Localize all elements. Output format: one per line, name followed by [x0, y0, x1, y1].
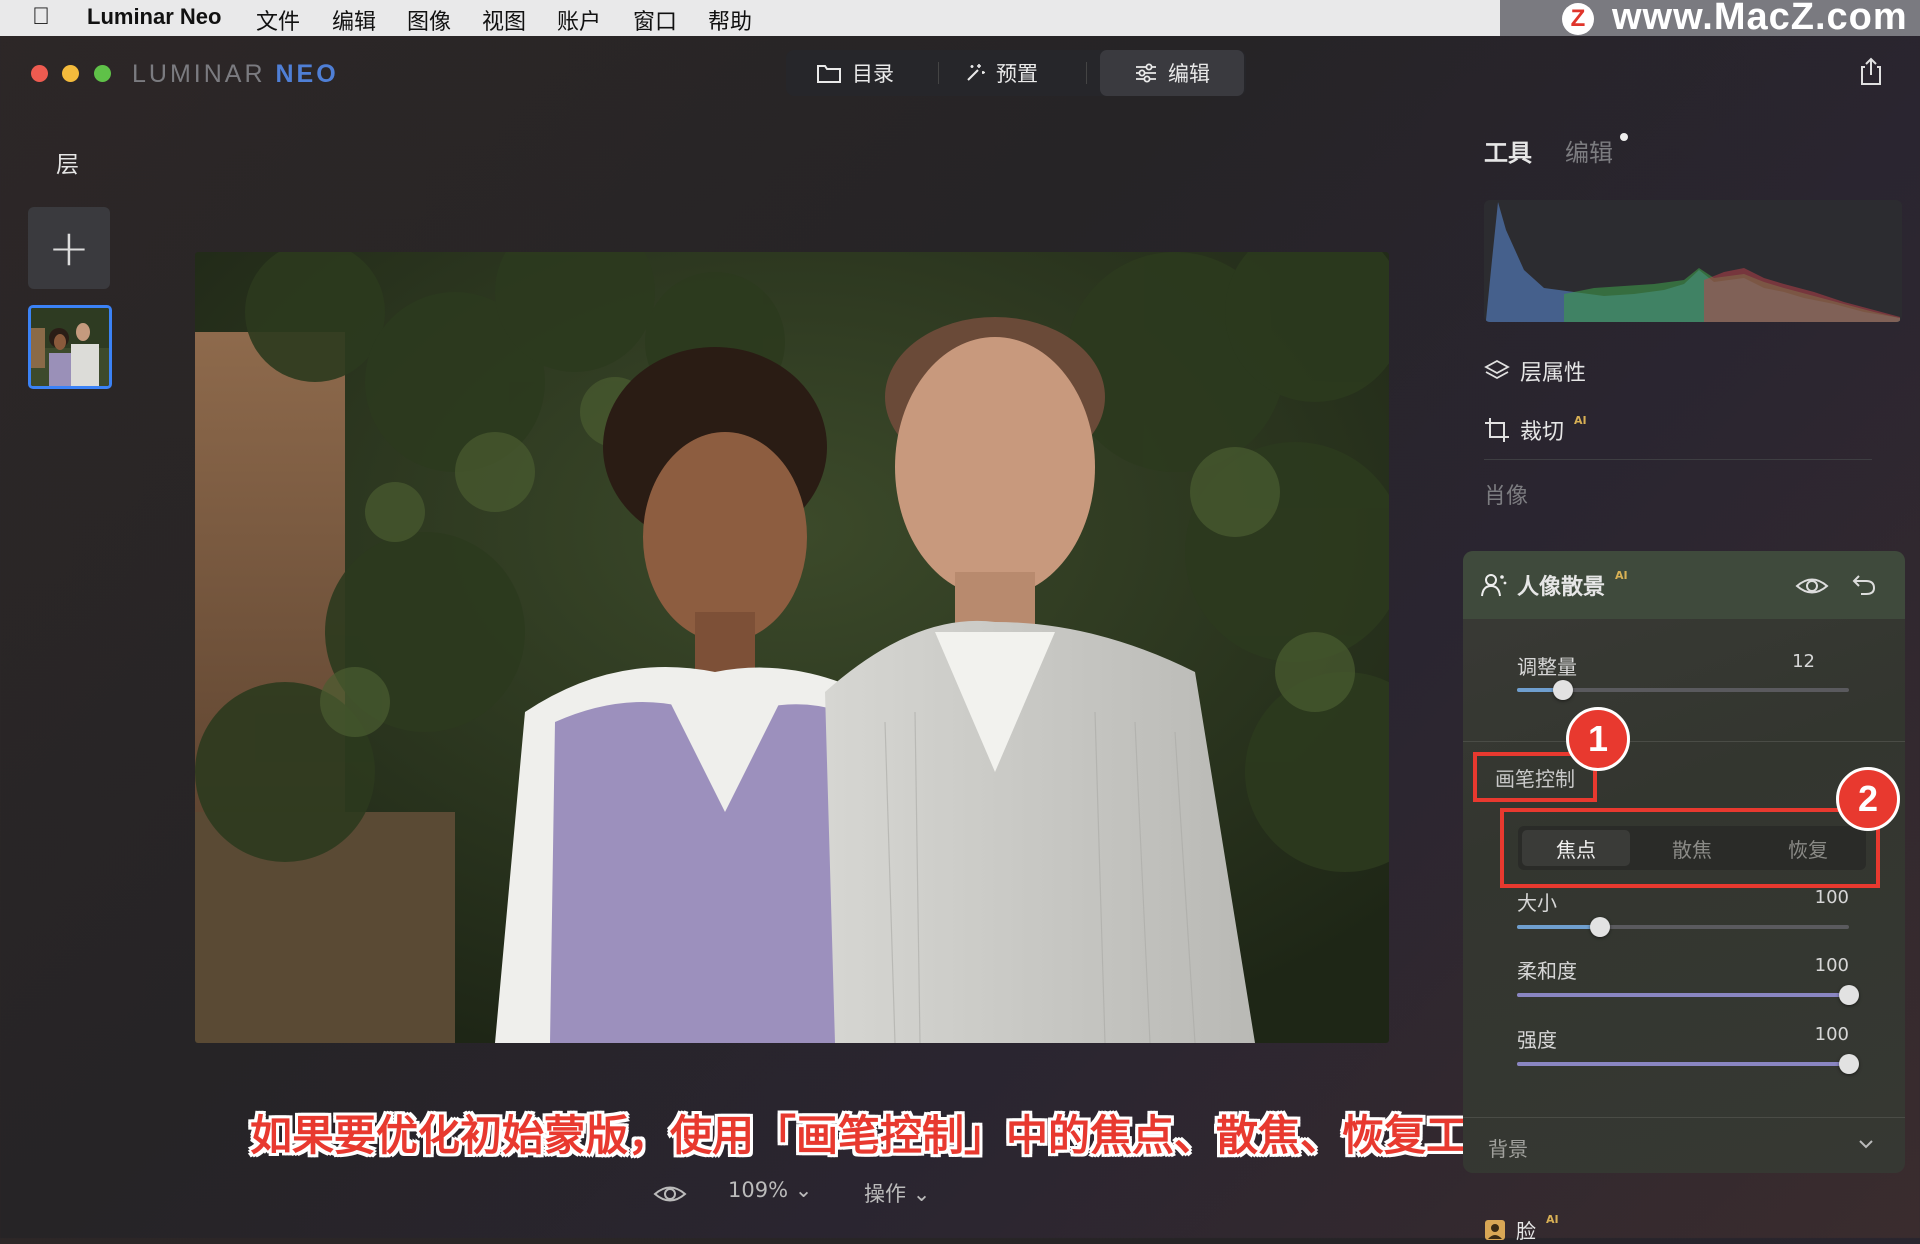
menu-window[interactable]: 窗口 [633, 4, 677, 36]
menu-view[interactable]: 视图 [482, 4, 526, 36]
size-value: 100 [1814, 887, 1849, 908]
plus-icon: + [48, 219, 90, 277]
zoom-dropdown[interactable]: 109% ⌄ [728, 1178, 812, 1202]
eye-icon[interactable] [653, 1183, 687, 1205]
add-layer-button[interactable]: + [28, 207, 110, 289]
softness-value: 100 [1814, 955, 1849, 976]
reset-icon[interactable] [1851, 573, 1877, 597]
crop-icon [1485, 418, 1509, 442]
layer-properties-label: 层属性 [1520, 361, 1587, 386]
crop-tool[interactable]: 裁切 AI [1484, 414, 1587, 446]
amount-value: 12 [1792, 651, 1815, 672]
histogram-graph [1486, 202, 1900, 322]
slider-knob[interactable] [1839, 1054, 1859, 1074]
portrait-photo-image [195, 252, 1389, 1043]
softness-label: 柔和度 [1517, 959, 1577, 983]
layer-properties-tool[interactable]: 层属性 [1484, 355, 1586, 387]
divider [1463, 741, 1905, 742]
nav-separator [1086, 62, 1087, 84]
main-photo[interactable] [195, 252, 1389, 1043]
nav-catalog-label: 目录 [852, 62, 894, 86]
background-section-label[interactable]: 背景 [1488, 1133, 1528, 1162]
watermark: Z www.MacZ.com [1500, 0, 1920, 38]
nav-presets[interactable]: 预置 [964, 50, 1064, 96]
menu-account[interactable]: 账户 [557, 4, 601, 36]
zoom-level: 109% [728, 1178, 789, 1202]
ai-badge: AI [1615, 568, 1628, 582]
layer-thumbnail-image [31, 308, 109, 386]
divider [1484, 459, 1872, 460]
ai-badge: AI [1574, 413, 1587, 427]
actions-label: 操作 [864, 1182, 906, 1206]
eye-icon[interactable] [1795, 575, 1829, 597]
app-logo: LUMINAR NEO [132, 60, 339, 89]
histogram [1484, 200, 1902, 322]
amount-slider[interactable] [1517, 680, 1849, 700]
share-icon[interactable] [1858, 56, 1884, 86]
face-label: 脸 [1516, 1219, 1536, 1243]
actions-dropdown[interactable]: 操作 ⌄ [864, 1178, 930, 1208]
crop-label: 裁切 [1520, 420, 1565, 445]
tab-tools[interactable]: 工具 [1484, 133, 1532, 168]
menu-help[interactable]: 帮助 [708, 4, 752, 36]
brush-mode-focus[interactable]: 焦点 [1522, 830, 1630, 866]
brush-mode-defocus[interactable]: 散焦 [1638, 830, 1746, 866]
tutorial-caption: 如果要优化初始蒙版，使用「画笔控制」中的焦点、散焦、恢复工具 [250, 1111, 1511, 1160]
slider-knob[interactable] [1553, 680, 1574, 700]
nav-edit[interactable]: 编辑 [1100, 50, 1244, 96]
face-tool[interactable]: 脸 AI [1484, 1213, 1559, 1244]
brush-mode-selector: 焦点 散焦 恢复 [1518, 826, 1866, 870]
nav-edit-label: 编辑 [1168, 62, 1210, 86]
size-label: 大小 [1517, 891, 1557, 915]
edit-indicator-dot [1620, 133, 1628, 141]
strength-slider[interactable] [1517, 1054, 1859, 1074]
watermark-text: www.MacZ.com [1612, 0, 1908, 38]
nav-separator [938, 62, 939, 84]
watermark-logo: Z [1562, 3, 1594, 35]
logo-text-luminar: LUMINAR [132, 60, 276, 88]
layers-icon [1484, 359, 1510, 380]
annotation-badge-2: 2 [1836, 767, 1900, 831]
window-minimize-button[interactable] [62, 65, 79, 82]
portrait-bokeh-icon [1481, 574, 1507, 597]
menu-image[interactable]: 图像 [407, 4, 451, 36]
nav-presets-label: 预置 [996, 62, 1038, 86]
top-nav: 目录 预置 编辑 [786, 50, 1246, 96]
strength-value: 100 [1814, 1024, 1849, 1045]
slider-knob[interactable] [1590, 917, 1610, 937]
brush-mode-restore[interactable]: 恢复 [1754, 830, 1862, 866]
layers-title: 层 [56, 152, 79, 178]
slider-fill [1517, 925, 1600, 929]
portrait-bokeh-title: 人像散景 [1517, 575, 1606, 600]
slider-knob[interactable] [1839, 985, 1859, 1005]
amount-label: 调整量 [1517, 655, 1577, 679]
magic-wand-icon [967, 64, 985, 81]
annotation-badge-1: 1 [1566, 707, 1630, 771]
chevron-down-icon[interactable] [1858, 1138, 1874, 1150]
face-icon [1485, 1219, 1505, 1240]
folder-icon [817, 65, 841, 83]
menu-file[interactable]: 文件 [256, 4, 300, 36]
window-close-button[interactable] [31, 65, 48, 82]
menu-edit[interactable]: 编辑 [332, 4, 376, 36]
chevron-down-icon: ⌄ [794, 1178, 813, 1202]
softness-slider[interactable] [1517, 985, 1859, 1005]
apple-icon[interactable]:  [32, 3, 50, 31]
portrait-bokeh-title-row: 人像散景 AI [1479, 569, 1628, 601]
section-portrait-title: 肖像 [1484, 484, 1529, 509]
nav-catalog[interactable]: 目录 [816, 50, 922, 96]
logo-text-neo: NEO [275, 60, 339, 88]
chevron-down-icon: ⌄ [912, 1182, 931, 1206]
menu-app-name[interactable]: Luminar Neo [87, 4, 221, 30]
slider-fill [1517, 1062, 1849, 1066]
size-slider[interactable] [1517, 917, 1849, 937]
layer-thumbnail[interactable] [28, 305, 112, 389]
slider-fill [1517, 993, 1849, 997]
tab-edit[interactable]: 编辑 [1565, 133, 1613, 168]
strength-label: 强度 [1517, 1028, 1557, 1052]
sliders-icon [1136, 63, 1156, 83]
divider [1463, 1117, 1905, 1118]
ai-badge: AI [1546, 1213, 1559, 1226]
window-zoom-button[interactable] [94, 65, 111, 82]
